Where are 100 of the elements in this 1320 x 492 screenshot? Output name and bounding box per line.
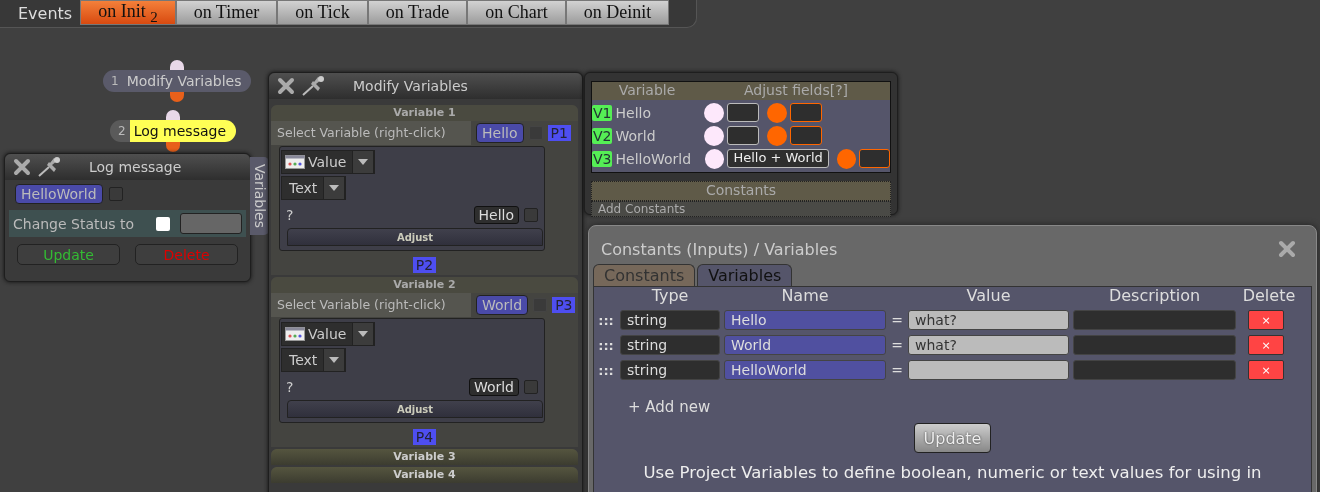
variable-badge[interactable]: World bbox=[476, 295, 529, 315]
section-header[interactable]: Variable 2 bbox=[271, 277, 578, 293]
adjust-field[interactable] bbox=[727, 103, 760, 122]
value-field[interactable]: what? bbox=[908, 335, 1069, 355]
add-new-link[interactable]: + Add new bbox=[628, 398, 711, 416]
adjust-button[interactable]: Adjust bbox=[287, 400, 543, 418]
variable-name: HelloWorld bbox=[615, 150, 693, 167]
window-title: Log message bbox=[89, 159, 182, 175]
event-tab[interactable]: on Trade bbox=[367, 0, 468, 25]
event-tab[interactable]: on Init $_{2}$ bbox=[80, 0, 176, 25]
select-label: Select Variable (right-click) bbox=[271, 293, 471, 317]
select-label: Select Variable (right-click) bbox=[271, 121, 471, 145]
update-button[interactable]: Update bbox=[17, 244, 120, 265]
name-field[interactable]: Hello bbox=[724, 310, 886, 330]
pin-badge[interactable]: P4 bbox=[412, 429, 437, 445]
prompt-text: ? bbox=[285, 379, 295, 395]
description-field[interactable] bbox=[1073, 360, 1236, 380]
prompt-text: ? bbox=[285, 207, 295, 223]
column-header: Adjust fields[?] bbox=[742, 82, 850, 100]
drag-handle[interactable]: ::: bbox=[596, 337, 616, 353]
value-icon bbox=[285, 155, 305, 169]
caret-icon bbox=[358, 159, 369, 165]
section-header[interactable]: Variable 4 bbox=[271, 467, 578, 483]
adjust-field[interactable] bbox=[727, 126, 760, 145]
close-icon[interactable] bbox=[277, 77, 295, 95]
event-tab[interactable]: on Tick bbox=[277, 0, 368, 25]
description-field[interactable] bbox=[1073, 335, 1236, 355]
event-tab[interactable]: on Deinit bbox=[565, 0, 670, 25]
variable-number: V3 bbox=[592, 150, 613, 167]
adjust-field[interactable]: Hello + World bbox=[727, 149, 829, 168]
format-dropdown[interactable]: Text bbox=[281, 176, 347, 200]
source-dropdown[interactable]: Value bbox=[281, 322, 376, 346]
name-field[interactable]: HelloWorld bbox=[724, 360, 886, 380]
pin-icon[interactable] bbox=[301, 75, 327, 97]
type-field[interactable]: string bbox=[620, 360, 720, 380]
drag-handle[interactable]: ::: bbox=[596, 312, 616, 328]
event-tab[interactable]: on Timer bbox=[175, 0, 278, 25]
delete-button[interactable]: × bbox=[1248, 360, 1284, 380]
variable-number: V2 bbox=[592, 127, 613, 144]
column-header: Name bbox=[780, 287, 830, 305]
column-header: Description bbox=[1107, 287, 1202, 305]
section-header[interactable]: Variable 3 bbox=[271, 449, 578, 465]
event-tab[interactable]: on Chart bbox=[467, 0, 566, 25]
help-text: Use Project Variables to define boolean, numeric or text values for using in bbox=[642, 463, 1263, 482]
checkbox[interactable] bbox=[524, 380, 538, 394]
checkbox[interactable] bbox=[156, 216, 170, 231]
type-field[interactable]: string bbox=[620, 335, 720, 355]
adjust-field[interactable] bbox=[790, 103, 823, 122]
output-dot[interactable] bbox=[767, 125, 788, 146]
dialog-title: Constants (Inputs) / Variables bbox=[601, 239, 838, 259]
equals-sign: = bbox=[890, 337, 904, 353]
output-dot[interactable] bbox=[767, 102, 788, 123]
column-header: Type bbox=[650, 287, 690, 305]
window-title: Modify Variables bbox=[353, 78, 468, 94]
variable-badge[interactable]: HelloWorld bbox=[15, 184, 103, 204]
delete-button[interactable]: × bbox=[1248, 310, 1284, 330]
adjust-field[interactable] bbox=[790, 126, 823, 145]
variable-badge[interactable]: Hello bbox=[476, 123, 524, 143]
flow-node[interactable]: 1 Modify Variables bbox=[103, 70, 252, 92]
column-header: Variable bbox=[617, 82, 677, 100]
input-dot[interactable] bbox=[704, 102, 725, 123]
pin-badge[interactable]: P2 bbox=[412, 257, 437, 273]
pin-badge[interactable]: P3 bbox=[552, 297, 576, 313]
section-header[interactable]: Variable 1 bbox=[271, 105, 578, 121]
value-field[interactable]: World bbox=[468, 378, 519, 396]
caret-icon bbox=[329, 357, 340, 363]
adjust-field[interactable] bbox=[859, 149, 890, 168]
constants-header: Constants bbox=[591, 181, 891, 201]
close-icon[interactable] bbox=[13, 158, 31, 176]
delete-button[interactable]: × bbox=[1248, 335, 1284, 355]
format-dropdown[interactable]: Text bbox=[281, 348, 347, 372]
checkbox[interactable] bbox=[108, 187, 123, 201]
pin-badge[interactable]: P1 bbox=[547, 125, 571, 141]
description-field[interactable] bbox=[1073, 310, 1236, 330]
value-field[interactable]: what? bbox=[908, 310, 1069, 330]
source-dropdown[interactable]: Value bbox=[281, 150, 376, 174]
output-dot[interactable] bbox=[836, 148, 857, 169]
input-dot[interactable] bbox=[704, 125, 725, 146]
equals-sign: = bbox=[890, 312, 904, 328]
input-dot[interactable] bbox=[705, 148, 725, 169]
column-header: Delete bbox=[1241, 287, 1297, 305]
variable-name: Hello bbox=[615, 104, 652, 121]
drag-handle[interactable]: ::: bbox=[596, 362, 616, 378]
checkbox[interactable] bbox=[524, 208, 538, 222]
value-field[interactable]: Hello bbox=[473, 206, 519, 224]
caret-icon bbox=[329, 185, 340, 191]
flow-node[interactable]: 2 Log message bbox=[110, 120, 236, 142]
variable-name: World bbox=[615, 127, 657, 144]
pin-icon[interactable] bbox=[37, 156, 63, 178]
value-icon bbox=[285, 327, 305, 341]
add-constants-link[interactable]: Add Constants bbox=[591, 201, 891, 217]
adjust-button[interactable]: Adjust bbox=[287, 228, 543, 246]
events-label: Events bbox=[17, 3, 74, 25]
status-field[interactable] bbox=[180, 213, 242, 234]
variable-number: V1 bbox=[592, 104, 613, 121]
name-field[interactable]: World bbox=[724, 335, 886, 355]
type-field[interactable]: string bbox=[620, 310, 720, 330]
caret-icon bbox=[358, 331, 369, 337]
status-label: Change Status to bbox=[13, 215, 136, 232]
value-field[interactable] bbox=[908, 360, 1069, 380]
